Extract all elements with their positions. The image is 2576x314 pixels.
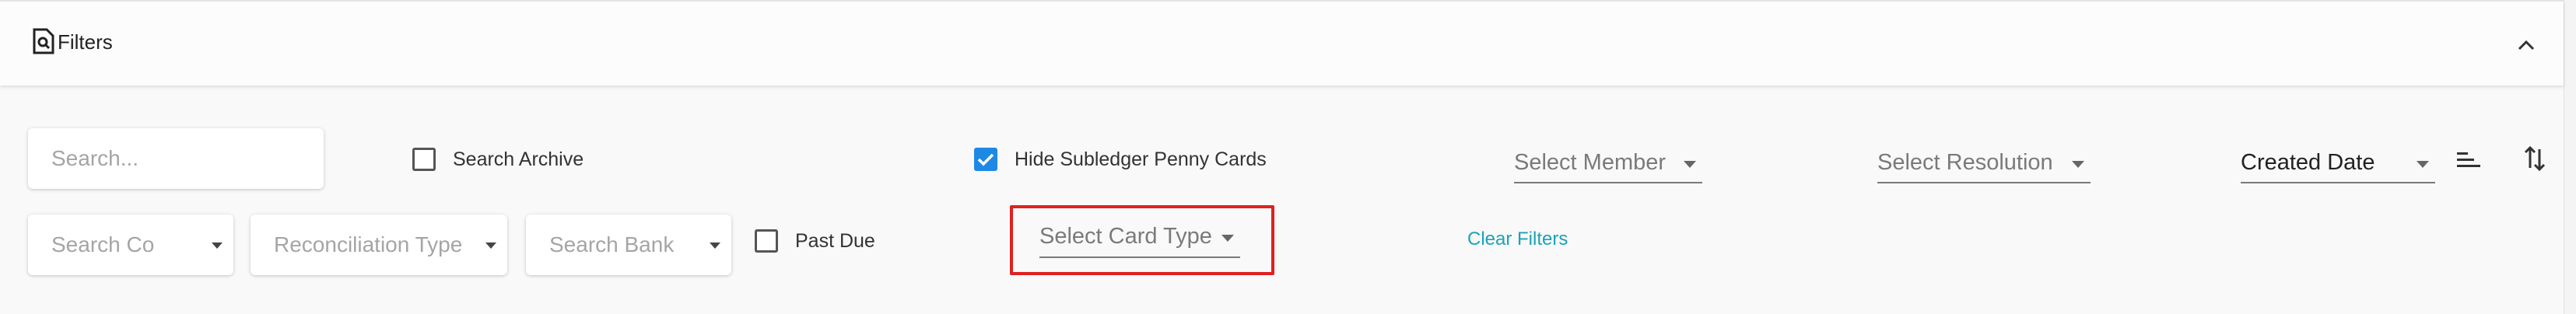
chevron-down-icon bbox=[2417, 161, 2429, 168]
filters-header[interactable]: Filters bbox=[0, 2, 2564, 85]
chevron-down-icon bbox=[1684, 161, 1696, 168]
select-card-type-dropdown[interactable]: Select Card Type bbox=[1039, 216, 1240, 258]
chevron-down-icon bbox=[1221, 235, 1234, 242]
chevron-down-icon bbox=[2072, 161, 2084, 168]
filters-title: Filters bbox=[31, 26, 113, 58]
past-due-checkbox[interactable]: Past Due bbox=[755, 229, 875, 253]
search-bank-placeholder: Search Bank bbox=[549, 232, 675, 256]
sort-direction-icon[interactable] bbox=[2521, 143, 2549, 174]
chevron-down-icon bbox=[212, 242, 223, 249]
sort-by-value: Created Date bbox=[2241, 149, 2375, 175]
hide-subledger-box[interactable] bbox=[974, 148, 997, 171]
past-due-label: Past Due bbox=[795, 229, 875, 252]
search-bank-dropdown[interactable]: Search Bank bbox=[526, 215, 731, 275]
hide-subledger-label: Hide Subledger Penny Cards bbox=[1015, 148, 1267, 170]
filter-doc-icon bbox=[31, 26, 56, 58]
search-archive-checkbox[interactable]: Search Archive bbox=[412, 148, 584, 171]
chevron-down-icon bbox=[710, 242, 720, 249]
search-co-dropdown[interactable]: Search Co bbox=[28, 215, 233, 275]
filters-title-label: Filters bbox=[58, 30, 113, 54]
select-member-dropdown[interactable]: Select Member bbox=[1514, 143, 1702, 183]
search-input[interactable]: Search... bbox=[28, 128, 324, 189]
search-placeholder: Search... bbox=[51, 146, 139, 170]
filters-panel: Filters Search... Search Archive Hide Su… bbox=[0, 0, 2564, 314]
select-member-placeholder: Select Member bbox=[1514, 149, 1667, 175]
search-archive-box[interactable] bbox=[412, 148, 436, 171]
chevron-up-icon[interactable] bbox=[2509, 31, 2543, 59]
select-resolution-dropdown[interactable]: Select Resolution bbox=[1877, 143, 2091, 183]
reconciliation-type-placeholder: Reconciliation Type bbox=[274, 232, 463, 256]
sort-by-dropdown[interactable]: Created Date bbox=[2241, 143, 2435, 183]
select-card-type-placeholder: Select Card Type bbox=[1039, 223, 1212, 249]
check-icon bbox=[977, 153, 994, 166]
chevron-down-icon bbox=[485, 242, 496, 249]
hide-subledger-checkbox[interactable]: Hide Subledger Penny Cards bbox=[974, 148, 1267, 171]
sort-lines-icon[interactable] bbox=[2455, 148, 2483, 171]
search-co-placeholder: Search Co bbox=[51, 232, 155, 256]
search-archive-label: Search Archive bbox=[453, 148, 584, 170]
clear-filters-link[interactable]: Clear Filters bbox=[1467, 229, 1568, 250]
past-due-box[interactable] bbox=[755, 229, 778, 253]
select-resolution-placeholder: Select Resolution bbox=[1877, 149, 2053, 175]
reconciliation-type-dropdown[interactable]: Reconciliation Type bbox=[251, 215, 507, 275]
